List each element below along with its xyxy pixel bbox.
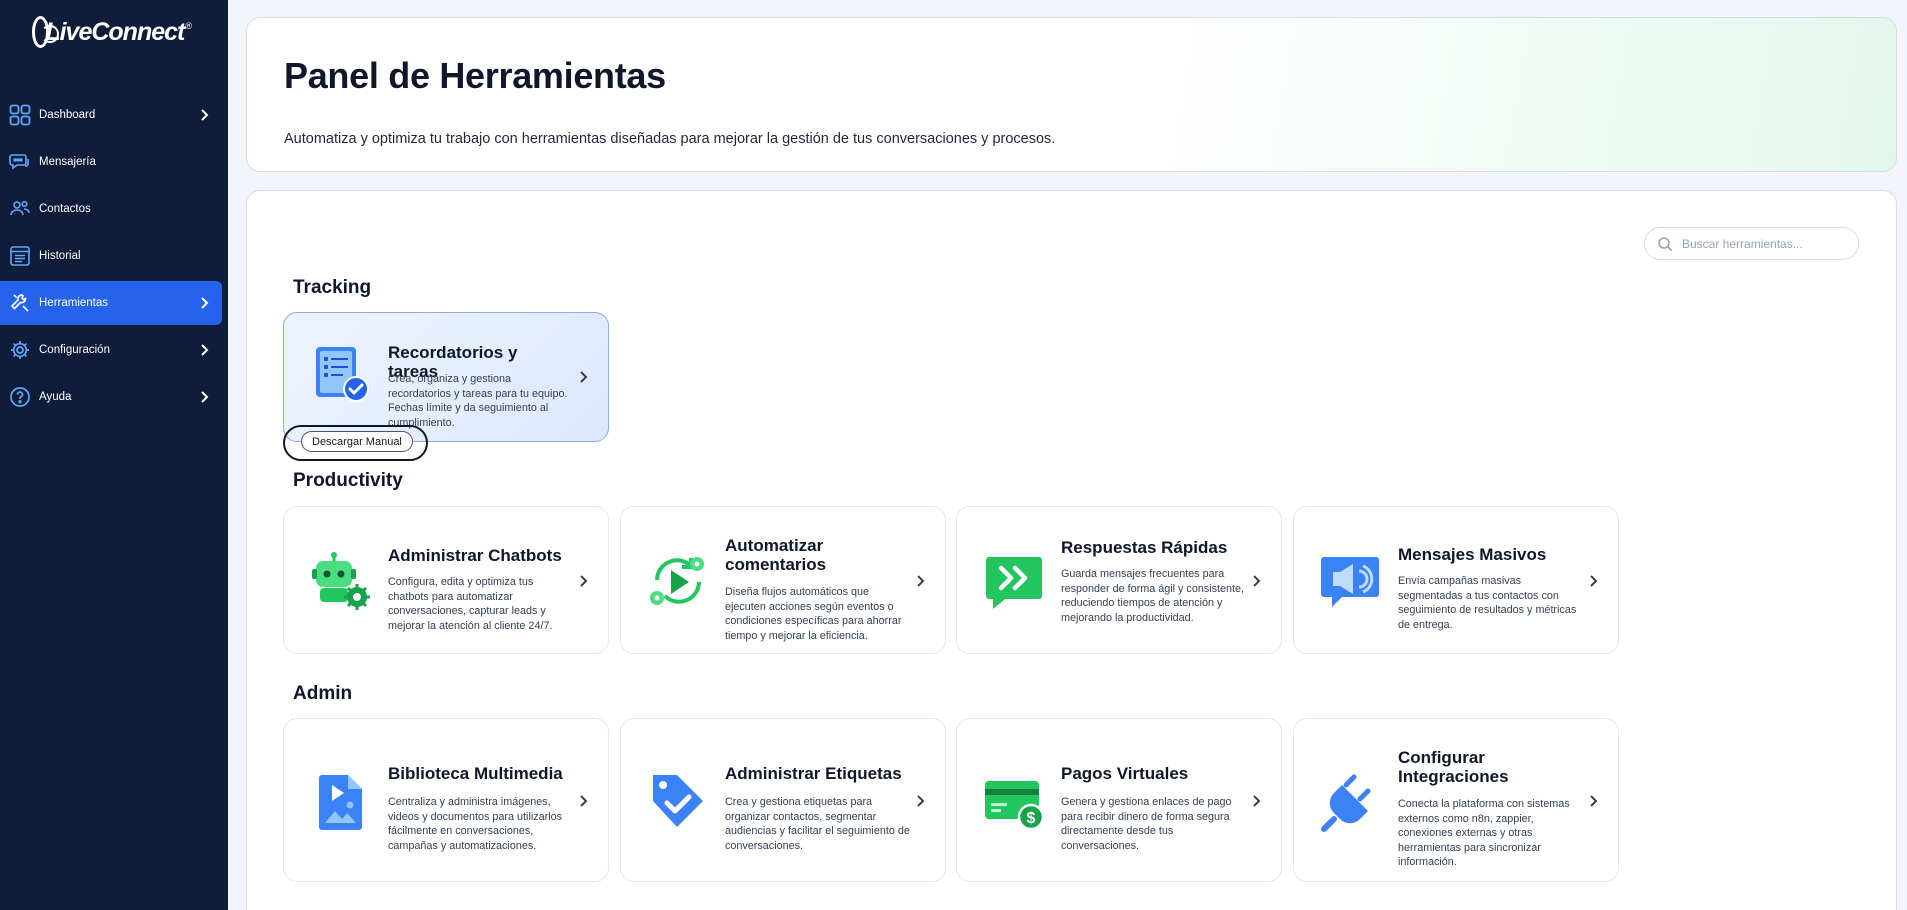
sidebar-item-label: Contactos (39, 203, 91, 215)
tool-description: Diseña flujos automáticos que ejecuten a… (725, 586, 902, 642)
chat-bubbles-icon (9, 151, 31, 173)
gear-icon (9, 339, 31, 361)
chevron-right-icon (201, 109, 209, 121)
credit-card-dollar-icon: $ (985, 781, 1045, 831)
chevron-right-icon (580, 795, 588, 807)
tool-card-administrar-etiquetas[interactable]: Administrar Etiquetas Crea y gestiona et… (620, 718, 946, 882)
tool-description: Configura, edita y optimiza tus chatbots… (388, 576, 553, 632)
page-subtitle: Automatiza y optimiza tu trabajo con her… (284, 131, 1056, 147)
tool-title: Automatizar comentarios (725, 536, 827, 574)
sidebar-item-label: Ayuda (39, 391, 72, 403)
tool-description: Centraliza y administra imágenes, videos… (388, 796, 563, 852)
chevron-right-icon (201, 344, 209, 356)
tool-card-mensajes-masivos[interactable]: Mensajes Masivos Envía campañas masivas … (1293, 506, 1619, 654)
logo-registered-mark: ® (185, 21, 192, 31)
grid-icon (9, 104, 31, 126)
plug-icon (1321, 774, 1371, 832)
tool-card-configurar-integraciones[interactable]: Configurar Integraciones Conecta la plat… (1293, 718, 1619, 882)
sidebar-item-label: Configuración (39, 344, 110, 356)
sidebar-item-dashboard[interactable]: Dashboard (0, 93, 228, 137)
tool-description: Envía campañas masivas segmentadas a tus… (1398, 575, 1577, 631)
sidebar-item-historial[interactable]: Historial (0, 234, 228, 278)
download-manual-button[interactable]: Descargar Manual (301, 431, 413, 452)
sidebar-item-configuracion[interactable]: Configuración (0, 328, 228, 372)
tool-title: Configurar Integraciones (1398, 748, 1509, 786)
sidebar-item-label: Historial (39, 250, 81, 262)
section-title-productivity: Productivity (293, 470, 403, 491)
tool-description: Guarda mensajes frecuentes para responde… (1061, 568, 1245, 624)
search-icon (1658, 236, 1673, 251)
section-title-tracking: Tracking (293, 277, 372, 298)
liveconnect-logo[interactable]: LiveConnect ® (32, 14, 192, 50)
tool-title: Administrar Chatbots (388, 546, 562, 565)
tool-card-biblioteca-multimedia[interactable]: Biblioteca Multimedia Centraliza y admin… (283, 718, 609, 882)
history-list-icon (9, 245, 31, 267)
users-icon (9, 198, 31, 220)
page-title: Panel de Herramientas (284, 55, 666, 96)
sidebar-item-ayuda[interactable]: Ayuda (0, 375, 228, 419)
tool-description: Conecta la plataforma con sistemas exter… (1398, 798, 1570, 868)
search-input[interactable] (1682, 236, 1852, 251)
tag-check-icon (653, 775, 703, 827)
tool-description: Crea y gestiona etiquetas para organizar… (725, 796, 910, 852)
tools-icon (9, 292, 31, 314)
quick-reply-icon (986, 557, 1042, 609)
tool-description: Crea, organiza y gestiona recordatorios … (388, 373, 568, 429)
chevron-right-icon (201, 391, 209, 403)
sidebar: LiveConnect ® Dashboard Mensajería Conta… (0, 0, 228, 910)
robot-gear-icon (312, 552, 370, 610)
sidebar-item-label: Herramientas (39, 297, 109, 309)
sidebar-item-mensajeria[interactable]: Mensajería (0, 140, 228, 184)
chevron-right-icon (1253, 575, 1261, 587)
task-list-check-icon (316, 347, 369, 402)
sidebar-item-contactos[interactable]: Contactos (0, 187, 228, 231)
tool-card-recordatorios[interactable]: Recordatorios y tareas Crea, organiza y … (283, 312, 609, 442)
chevron-right-icon (917, 795, 925, 807)
page-header: Panel de Herramientas Automatiza y optim… (246, 17, 1897, 172)
tool-card-chatbots[interactable]: Administrar Chatbots Configura, edita y … (283, 506, 609, 654)
tool-card-respuestas-rapidas[interactable]: Respuestas Rápidas Guarda mensajes frecu… (956, 506, 1282, 654)
sidebar-item-label: Mensajería (39, 156, 96, 168)
tool-card-automatizar-comentarios[interactable]: Automatizar comentarios Diseña flujos au… (620, 506, 946, 654)
chevron-right-icon (1253, 795, 1261, 807)
media-file-icon (319, 775, 362, 830)
tool-search[interactable] (1644, 227, 1859, 260)
chevron-right-icon (201, 297, 209, 309)
sidebar-item-label: Dashboard (39, 109, 96, 121)
tool-title: Respuestas Rápidas (1061, 538, 1228, 557)
tool-title: Pagos Virtuales (1061, 764, 1189, 783)
chevron-right-icon (917, 575, 925, 587)
chevron-right-icon (1590, 575, 1598, 587)
chevron-right-icon (580, 575, 588, 587)
tool-title: Mensajes Masivos (1398, 545, 1547, 564)
tool-title: Administrar Etiquetas (725, 764, 902, 783)
tool-card-pagos-virtuales[interactable]: $ Pagos Virtuales Genera y gestiona enla… (956, 718, 1282, 882)
sidebar-nav: Dashboard Mensajería Contactos Historial (0, 93, 228, 422)
logo-text: LiveConnect (45, 17, 185, 46)
tool-title: Biblioteca Multimedia (388, 764, 563, 783)
megaphone-icon (1321, 557, 1379, 607)
help-circle-icon (9, 386, 31, 408)
svg-text:$: $ (1027, 810, 1036, 827)
chevron-right-icon (580, 371, 588, 383)
chevron-right-icon (1590, 795, 1598, 807)
section-title-admin: Admin (293, 683, 353, 704)
sidebar-item-herramientas[interactable]: Herramientas (0, 281, 222, 325)
automation-play-icon (650, 557, 704, 605)
tool-description: Genera y gestiona enlaces de pago para r… (1061, 796, 1232, 852)
